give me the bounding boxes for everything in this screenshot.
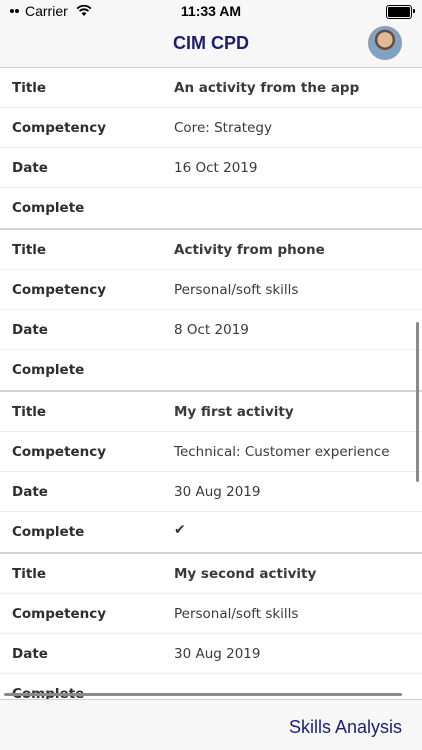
date-row: Date 30 Aug 2019: [0, 634, 422, 674]
competency-label: Competency: [12, 606, 107, 622]
complete-label: Complete: [12, 524, 85, 540]
competency-row: Competency Core: Strategy: [0, 108, 422, 148]
complete-row: Complete: [0, 674, 422, 700]
status-bar: Carrier 11:33 AM: [0, 0, 422, 22]
activity-list[interactable]: Title An activity from the app Competenc…: [0, 68, 422, 700]
competency-label: Competency: [12, 282, 107, 298]
activity-competency: Personal/soft skills: [174, 282, 299, 298]
battery-icon: [386, 5, 415, 19]
title-label: Title: [12, 566, 47, 582]
complete-label: Complete: [12, 200, 85, 216]
activity-title: My second activity: [174, 566, 317, 582]
date-label: Date: [12, 322, 48, 338]
activity-record[interactable]: Title Activity from phone Competency Per…: [0, 230, 422, 392]
date-label: Date: [12, 160, 48, 176]
skills-analysis-button[interactable]: Skills Analysis: [289, 717, 402, 738]
competency-label: Competency: [12, 120, 107, 136]
activity-date: 8 Oct 2019: [174, 322, 249, 338]
competency-label: Competency: [12, 444, 107, 460]
activity-competency: Technical: Customer experience: [174, 444, 390, 460]
activity-competency: Personal/soft skills: [174, 606, 299, 622]
bottom-toolbar: Skills Analysis: [0, 699, 422, 750]
competency-row: Competency Technical: Customer experienc…: [0, 432, 422, 472]
activity-competency: Core: Strategy: [174, 120, 272, 136]
competency-row: Competency Personal/soft skills: [0, 594, 422, 634]
horizontal-scrollbar[interactable]: [4, 693, 402, 696]
title-label: Title: [12, 80, 47, 96]
vertical-scrollbar[interactable]: [416, 322, 419, 482]
title-row: Title Activity from phone: [0, 230, 422, 270]
activity-record[interactable]: Title My second activity Competency Pers…: [0, 554, 422, 700]
complete-row: Complete: [0, 350, 422, 390]
activity-title: Activity from phone: [174, 242, 325, 258]
date-label: Date: [12, 484, 48, 500]
activity-title: An activity from the app: [174, 80, 360, 96]
competency-row: Competency Personal/soft skills: [0, 270, 422, 310]
activity-record[interactable]: Title My first activity Competency Techn…: [0, 392, 422, 554]
activity-date: 30 Aug 2019: [174, 484, 261, 500]
avatar[interactable]: [368, 26, 402, 60]
activity-date: 30 Aug 2019: [174, 646, 261, 662]
nav-bar: CIM CPD: [0, 22, 422, 68]
date-row: Date 8 Oct 2019: [0, 310, 422, 350]
activity-record[interactable]: Title An activity from the app Competenc…: [0, 68, 422, 230]
activity-title: My first activity: [174, 404, 294, 420]
title-row: Title My first activity: [0, 392, 422, 432]
status-time: 11:33 AM: [180, 3, 242, 19]
complete-label: Complete: [12, 362, 85, 378]
complete-row: Complete: [0, 188, 422, 228]
activity-date: 16 Oct 2019: [174, 160, 258, 176]
title-label: Title: [12, 242, 47, 258]
complete-row: Complete ✔: [0, 512, 422, 552]
page-title: CIM CPD: [173, 33, 249, 53]
title-label: Title: [12, 404, 47, 420]
date-row: Date 30 Aug 2019: [0, 472, 422, 512]
date-row: Date 16 Oct 2019: [0, 148, 422, 188]
checkmark-icon: ✔: [174, 522, 186, 538]
date-label: Date: [12, 646, 48, 662]
title-row: Title An activity from the app: [0, 68, 422, 108]
title-row: Title My second activity: [0, 554, 422, 594]
